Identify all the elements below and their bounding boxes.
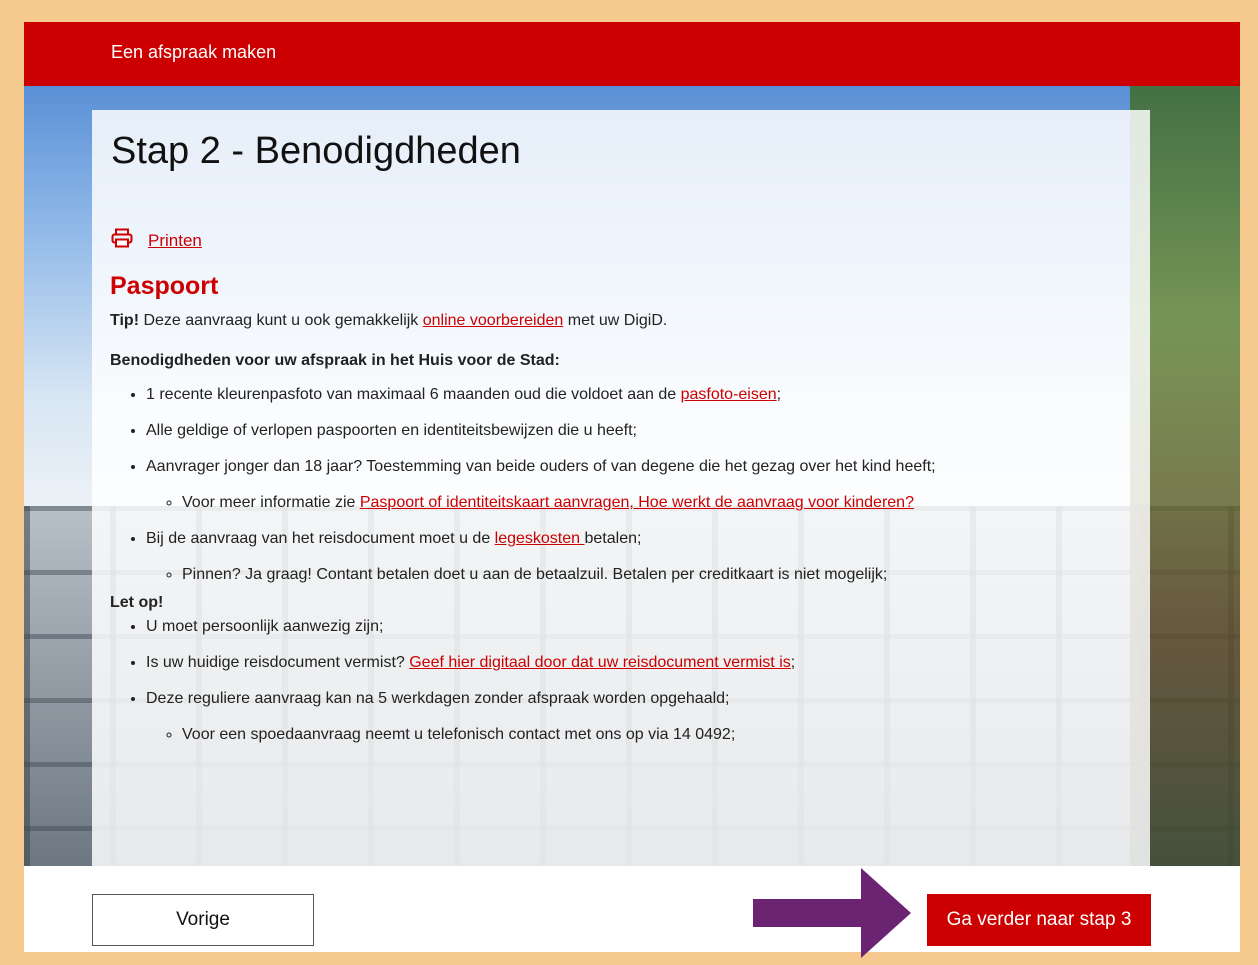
- sub-list: Pinnen? Ja graag! Contant betalen doet u…: [146, 565, 1130, 585]
- attention-heading: Let op!: [110, 594, 164, 611]
- list-item: Bij de aanvraag van het reisdocument moe…: [146, 529, 1130, 585]
- sub-list: Voor meer informatie zie Paspoort of ide…: [146, 493, 1130, 513]
- sub-list: Voor een spoedaanvraag neemt u telefonis…: [146, 725, 1130, 745]
- tip-text: Deze aanvraag kunt u ook gemakkelijk: [139, 312, 423, 329]
- children-application-link[interactable]: Paspoort of identiteitskaart aanvragen, …: [360, 494, 914, 511]
- page-title: Stap 2 - Benodigdheden: [111, 130, 521, 172]
- list-item-text: Is uw huidige reisdocument vermist?: [146, 654, 410, 671]
- list-item-text: Voor een spoedaanvraag neemt u telefonis…: [182, 726, 736, 743]
- list-item-text: Alle geldige of verlopen paspoorten en i…: [146, 422, 637, 439]
- requirements-content: Tip! Deze aanvraag kunt u ook gemakkelij…: [110, 311, 1130, 745]
- section-title: Paspoort: [110, 272, 219, 300]
- list-item-text: Bij de aanvraag van het reisdocument moe…: [146, 530, 495, 547]
- content-panel: Stap 2 - Benodigdheden Printen Paspoort …: [92, 110, 1150, 866]
- report-missing-link[interactable]: Geef hier digitaal door dat uw reisdocum…: [409, 654, 791, 671]
- list-item-text: Deze reguliere aanvraag kan na 5 werkdag…: [146, 690, 730, 707]
- list-item: 1 recente kleurenpasfoto van maximaal 6 …: [146, 385, 1130, 405]
- requirements-list: 1 recente kleurenpasfoto van maximaal 6 …: [110, 385, 1130, 585]
- print-label[interactable]: Printen: [148, 231, 202, 251]
- header-bar: Een afspraak maken: [24, 22, 1240, 86]
- app-frame: Een afspraak maken Stap 2 - Benodigdhede…: [24, 22, 1240, 952]
- fees-link[interactable]: legeskosten: [495, 530, 585, 547]
- arrow-right-icon: [753, 868, 911, 958]
- list-item-text: Voor meer informatie zie: [182, 494, 360, 511]
- list-item-text: 1 recente kleurenpasfoto van maximaal 6 …: [146, 386, 681, 403]
- printer-icon[interactable]: [111, 228, 133, 253]
- footer-nav: Vorige Ga verder naar stap 3: [24, 866, 1240, 952]
- next-step-button[interactable]: Ga verder naar stap 3: [927, 894, 1151, 946]
- list-item: U moet persoonlijk aanwezig zijn;: [146, 617, 1130, 637]
- requirements-heading: Benodigdheden voor uw afspraak in het Hu…: [110, 351, 1130, 371]
- list-item-text: betalen;: [584, 530, 642, 547]
- requirements-heading-text: Benodigdheden voor uw afspraak in het Hu…: [110, 352, 560, 369]
- list-item: Deze reguliere aanvraag kan na 5 werkdag…: [146, 689, 1130, 745]
- list-item-text: ;: [790, 654, 796, 671]
- list-item: Alle geldige of verlopen paspoorten en i…: [146, 421, 1130, 441]
- list-item: Aanvrager jonger dan 18 jaar? Toestemmin…: [146, 457, 1130, 513]
- list-item-text: U moet persoonlijk aanwezig zijn;: [146, 618, 384, 635]
- header-title: Een afspraak maken: [111, 42, 277, 62]
- previous-button[interactable]: Vorige: [92, 894, 314, 946]
- list-item: Is uw huidige reisdocument vermist? Geef…: [146, 653, 1130, 673]
- sub-list-item: Voor een spoedaanvraag neemt u telefonis…: [182, 725, 1130, 745]
- print-link[interactable]: Printen: [111, 228, 202, 253]
- list-item-text: Pinnen? Ja graag! Contant betalen doet u…: [182, 566, 888, 583]
- tip-label: Tip!: [110, 312, 140, 329]
- list-item-text: Aanvrager jonger dan 18 jaar? Toestemmin…: [146, 458, 936, 475]
- tip-text-end: met uw DigiD.: [563, 312, 668, 329]
- sub-list-item: Pinnen? Ja graag! Contant betalen doet u…: [182, 565, 1130, 585]
- list-item-text: ;: [776, 386, 782, 403]
- online-prepare-link[interactable]: online voorbereiden: [423, 312, 564, 329]
- photo-requirements-link[interactable]: pasfoto-eisen: [681, 386, 777, 403]
- attention-list: U moet persoonlijk aanwezig zijn; Is uw …: [110, 617, 1130, 745]
- tip-paragraph: Tip! Deze aanvraag kunt u ook gemakkelij…: [110, 311, 1130, 331]
- sub-list-item: Voor meer informatie zie Paspoort of ide…: [182, 493, 1130, 513]
